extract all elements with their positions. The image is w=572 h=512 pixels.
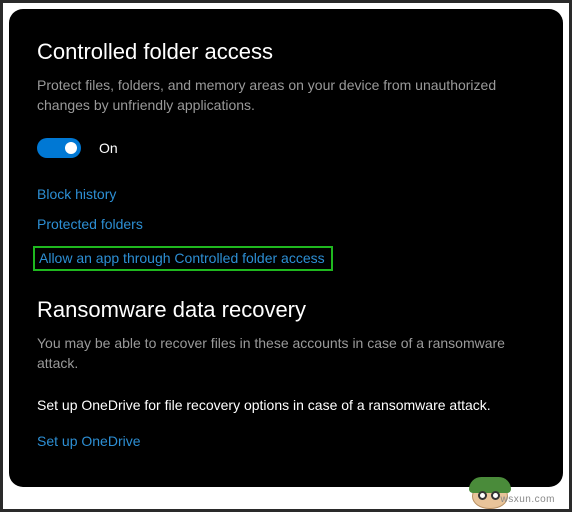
window-frame: Controlled folder access Protect files, …: [0, 0, 572, 512]
cfa-toggle-row: On: [37, 138, 535, 158]
protected-folders-link[interactable]: Protected folders: [37, 216, 535, 232]
rdr-title: Ransomware data recovery: [37, 297, 535, 323]
rdr-description: You may be able to recover files in thes…: [37, 333, 535, 374]
setup-onedrive-link[interactable]: Set up OneDrive: [37, 433, 535, 449]
rdr-instruction: Set up OneDrive for file recovery option…: [37, 395, 535, 415]
allow-app-link[interactable]: Allow an app through Controlled folder a…: [33, 246, 333, 271]
block-history-link[interactable]: Block history: [37, 186, 535, 202]
cfa-description: Protect files, folders, and memory areas…: [37, 75, 535, 116]
cfa-toggle[interactable]: [37, 138, 81, 158]
cfa-title: Controlled folder access: [37, 39, 535, 65]
settings-panel: Controlled folder access Protect files, …: [9, 9, 563, 487]
controlled-folder-access-section: Controlled folder access Protect files, …: [37, 39, 535, 293]
toggle-knob: [65, 142, 77, 154]
cfa-toggle-label: On: [99, 140, 118, 156]
ransomware-recovery-section: Ransomware data recovery You may be able…: [37, 297, 535, 450]
watermark-text: wsxun.com: [500, 494, 555, 505]
